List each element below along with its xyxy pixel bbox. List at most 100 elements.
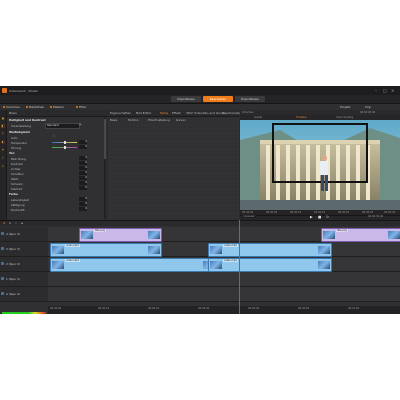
option-hsl[interactable]: HSL-Einstellung (148, 118, 170, 122)
timeline-track[interactable] (48, 287, 400, 302)
toolbar-item-preview[interactable]: Vorschau (3, 105, 20, 109)
close-button[interactable]: × (390, 88, 396, 93)
effects-tool-icon[interactable]: ✦ (1, 148, 5, 152)
tab-source[interactable]: Quelle (254, 116, 262, 119)
eye-icon[interactable] (1, 292, 4, 295)
video-clip[interactable]: video.mp4 (208, 258, 332, 272)
stop-icon[interactable]: ■ (318, 215, 321, 219)
tab-properties[interactable]: Eigenschaften (110, 111, 131, 115)
tab-basis[interactable]: Basis (9, 111, 17, 115)
adjust-tool-icon[interactable]: ◐ (1, 140, 5, 144)
eyedropper-icon[interactable]: ✎ (53, 135, 55, 138)
shadows-value[interactable]: 0 (79, 171, 87, 175)
tab-effect[interactable]: Effekt (172, 111, 181, 115)
crop-tool-icon[interactable]: ◧ (1, 124, 5, 128)
video-clip[interactable]: video.mp4 (208, 243, 332, 257)
preset-dropdown[interactable]: Standard (45, 123, 80, 129)
track-header[interactable]: A (Spur A) (0, 287, 48, 302)
video-preview[interactable] (240, 120, 400, 210)
timeline-playhead[interactable] (239, 220, 240, 314)
snap-icon[interactable]: ⊞ (9, 222, 11, 225)
dot-icon (3, 106, 5, 108)
toolbar-item-project[interactable]: Projekt (340, 105, 350, 109)
timeline-track[interactable]: video.mp4 video.mp4 (48, 257, 400, 272)
track-header[interactable]: 1 (Spur 1) (0, 272, 48, 287)
title-clip[interactable]: title.png (78, 228, 162, 242)
select-tool-icon[interactable]: ▲ (1, 116, 5, 120)
group-header-white-balance[interactable]: Weißabgleich (9, 130, 30, 134)
loop-icon[interactable]: ↻ (326, 215, 329, 219)
toolbar-item-media[interactable]: Medien (50, 105, 64, 109)
eye-icon[interactable] (1, 232, 4, 235)
video-clip[interactable]: video.mp4 (50, 243, 162, 257)
highlights-value[interactable]: 0 (79, 166, 87, 170)
eye-icon[interactable] (1, 262, 4, 265)
contrast-value[interactable]: 0 (79, 161, 87, 165)
track-header[interactable]: 2 (Spur 2) (0, 257, 48, 272)
track-header[interactable]: 4 (Spur 4) (0, 227, 48, 242)
clip-thumbnail (80, 231, 93, 239)
whites-value[interactable]: 0 (79, 176, 87, 180)
minimize-button[interactable]: – (374, 88, 380, 93)
dot-icon (50, 106, 52, 108)
timeline-ruler[interactable]: 00:00:00 00:00:10 00:00:20 00:00:30 00:0… (48, 306, 400, 314)
maximize-button[interactable]: □ (382, 88, 388, 93)
tint-slider[interactable] (52, 146, 77, 149)
settings-icon[interactable]: ⚙ (3, 222, 5, 225)
option-color-tone[interactable]: Farbton (128, 118, 139, 122)
tab-timeline-preview[interactable]: Timeline (296, 116, 307, 119)
clip-thumbnail (52, 261, 65, 269)
timeline-track[interactable]: title.png title.png (48, 227, 400, 242)
group-header-color[interactable]: Farbe (9, 192, 18, 196)
clip-name: video.mp4 (223, 259, 238, 262)
transition-tool-icon[interactable]: ◇ (1, 164, 5, 168)
temperature-slider[interactable] (52, 141, 77, 144)
opacity-value[interactable]: 0 (79, 207, 87, 211)
adjustments-panel: Basis Helligkeit und Kontrast Voreinstel… (7, 110, 107, 220)
option-basis[interactable]: Basis (110, 118, 117, 122)
save-preset-icon[interactable]: ▣ (79, 123, 81, 126)
option-curves[interactable]: Kurven (176, 118, 186, 122)
tab-color-grading[interactable]: Color Grading (336, 116, 353, 119)
zoom-dropdown[interactable]: Anpassen (242, 215, 257, 218)
panel-scrollbar[interactable] (104, 117, 106, 219)
saturation-value[interactable]: 0 (79, 202, 87, 206)
toolbar-item-filter[interactable]: Filter (76, 105, 86, 109)
adjustment-subtabs: Basis (7, 110, 107, 117)
toolbar-item-clip[interactable]: Clip (365, 105, 371, 109)
tint-value[interactable]: 0 (79, 145, 87, 149)
tab-import[interactable]: Importieren (171, 96, 201, 102)
video-editor-window: Unbenannt - Studio – □ × Importieren Bea… (0, 86, 400, 314)
text-tool-icon[interactable]: T (1, 132, 5, 136)
eye-icon[interactable] (1, 247, 4, 250)
video-clip[interactable]: video.mp4 (50, 258, 218, 272)
tab-360-video[interactable]: 360°-Video (186, 111, 203, 115)
temperature-value[interactable]: 0 (79, 140, 87, 144)
toolbar-item-library[interactable]: Bibliothek (26, 105, 44, 109)
timeline: 4 (Spur 4) title.png title.png 3 (Spur 3) vi… (0, 226, 400, 314)
tab-image-editor[interactable]: Bild-Editor (136, 111, 152, 115)
tab-export[interactable]: Exportieren (235, 96, 265, 102)
group-header-tone[interactable]: Ton (9, 151, 14, 155)
effects-main-panel: Eigenschaften Bild-Editor Farbe Effekt 3… (108, 110, 247, 220)
blacks-value[interactable]: 0 (79, 181, 87, 185)
track-header[interactable]: 3 (Spur 3) (0, 242, 48, 257)
tab-edit[interactable]: Bearbeiten (203, 96, 233, 102)
clip-thumbnail (147, 246, 160, 254)
razor-icon[interactable]: ✂ (15, 222, 17, 225)
vibrance-value[interactable]: 0 (79, 197, 87, 201)
title-bar: Unbenannt - Studio – □ × (0, 86, 400, 95)
section-title: Helligkeit und Kontrast (9, 118, 46, 122)
marker-icon[interactable]: ◆ (21, 222, 23, 225)
effects-canvas-area (108, 123, 239, 220)
clip-thumbnail (387, 231, 400, 239)
eye-icon[interactable] (1, 277, 4, 280)
timeline-track[interactable] (48, 272, 400, 287)
clarity-value[interactable]: 0 (79, 186, 87, 190)
exposure-value[interactable]: 0 (79, 156, 87, 160)
audio-tool-icon[interactable]: ♪ (1, 156, 5, 160)
play-icon[interactable]: ▶ (310, 215, 313, 219)
tab-color[interactable]: Farbe (160, 111, 168, 115)
timeline-track[interactable]: video.mp4 video.mp4 (48, 242, 400, 257)
title-clip[interactable]: title.png (320, 228, 400, 242)
